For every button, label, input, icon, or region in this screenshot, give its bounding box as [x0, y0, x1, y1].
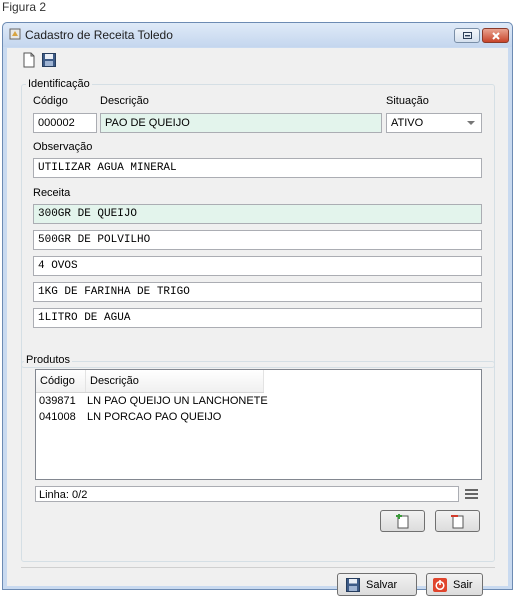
receita-line-3[interactable]: 4 OVOS — [33, 256, 482, 276]
figure-caption: Figura 2 — [2, 0, 47, 14]
cell-descricao: LN PORCAO PAO QUEIJO — [87, 411, 222, 423]
situacao-value: ATIVO — [391, 117, 424, 129]
add-row-icon — [396, 514, 409, 529]
codigo-field[interactable]: 000002 — [33, 113, 97, 133]
observacao-label: Observação — [33, 141, 93, 153]
floppy-icon — [346, 578, 360, 592]
window-title: Cadastro de Receita Toledo — [25, 28, 173, 42]
add-product-button[interactable] — [380, 510, 425, 532]
save-label: Salvar — [366, 579, 398, 591]
title-bar: Cadastro de Receita Toledo — [3, 23, 512, 47]
receita-line-4[interactable]: 1KG DE FARINHA DE TRIGO — [33, 282, 482, 302]
receita-line-1[interactable]: 300GR DE QUEIJO — [33, 204, 482, 224]
minimize-icon — [463, 32, 472, 39]
exit-button[interactable]: Sair — [426, 573, 483, 596]
receita-line-5[interactable]: 1LITRO DE AGUA — [33, 308, 482, 328]
table-header: Código Descrição — [36, 370, 264, 393]
produtos-table[interactable]: Código Descrição 039871 LN PAO QUEIJO UN… — [35, 369, 482, 480]
window: Cadastro de Receita Toledo Identificação — [2, 22, 513, 596]
exit-label: Sair — [453, 579, 473, 591]
footer-divider — [21, 567, 495, 568]
descricao-field[interactable]: PAO DE QUEIJO — [100, 113, 382, 133]
chevron-down-icon — [467, 121, 475, 125]
situacao-select[interactable]: ATIVO — [386, 113, 482, 133]
column-header-codigo[interactable]: Código — [36, 370, 86, 392]
minimize-button[interactable] — [454, 28, 480, 43]
remove-row-icon — [451, 515, 464, 529]
table-row[interactable]: 041008 LN PORCAO PAO QUEIJO — [36, 410, 264, 425]
save-button[interactable]: Salvar — [337, 573, 417, 596]
new-document-icon[interactable] — [21, 52, 37, 68]
receita-label: Receita — [33, 187, 71, 199]
situacao-label: Situação — [386, 95, 429, 107]
window-content: Identificação Código Descrição Situação … — [7, 48, 508, 596]
save-floppy-icon[interactable] — [41, 52, 57, 68]
produtos-legend: Produtos — [24, 354, 73, 366]
receita-line-2[interactable]: 500GR DE POLVILHO — [33, 230, 482, 250]
cell-codigo: 039871 — [39, 395, 76, 407]
table-row[interactable]: 039871 LN PAO QUEIJO UN LANCHONETE — [36, 394, 268, 409]
remove-product-button[interactable] — [435, 510, 480, 532]
power-icon — [433, 578, 447, 592]
observacao-field[interactable]: UTILIZAR AGUA MINERAL — [33, 158, 482, 178]
close-icon — [492, 32, 500, 40]
descricao-label: Descrição — [100, 95, 149, 107]
row-status: Linha: 0/2 — [35, 486, 459, 502]
identificacao-legend: Identificação — [26, 78, 92, 90]
app-icon — [9, 28, 21, 40]
cell-descricao: LN PAO QUEIJO UN LANCHONETE — [87, 395, 268, 407]
column-header-descricao[interactable]: Descrição — [86, 370, 264, 392]
cell-codigo: 041008 — [39, 411, 76, 423]
codigo-label: Código — [33, 95, 68, 107]
menu-icon[interactable] — [465, 488, 478, 499]
close-button[interactable] — [482, 28, 509, 43]
